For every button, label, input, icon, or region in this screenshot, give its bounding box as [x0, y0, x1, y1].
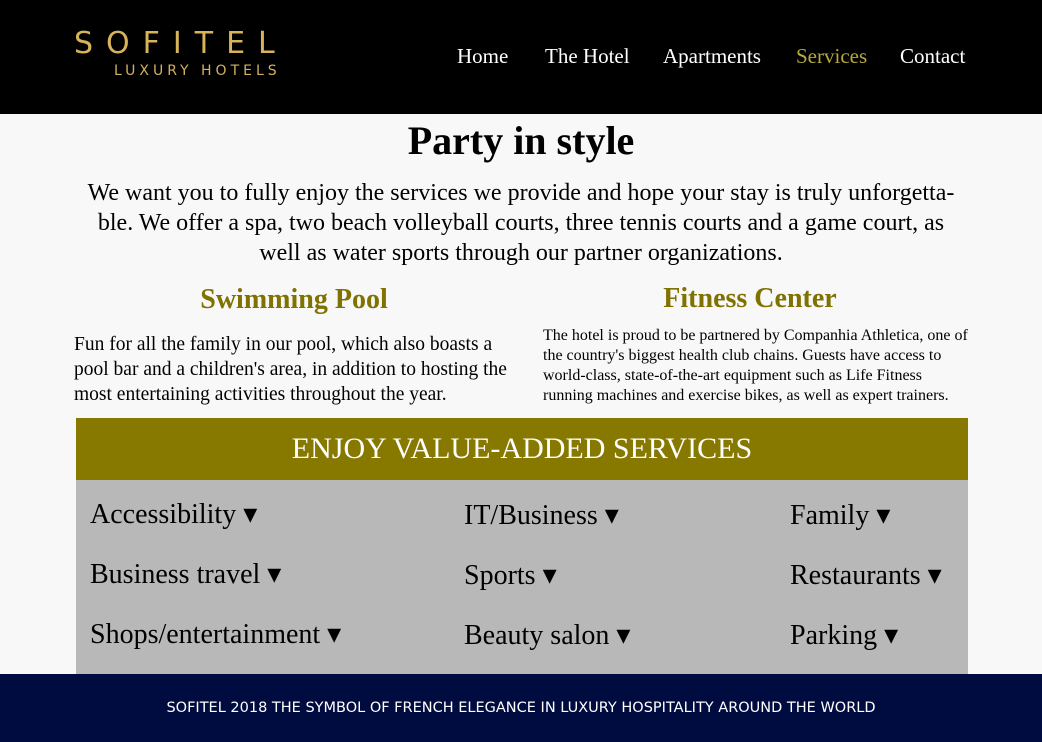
nav-services[interactable]: Services [796, 42, 867, 70]
logo-wordmark: SOFITEL [74, 26, 288, 61]
page-title: Party in style [407, 118, 635, 163]
service-it-business-dropdown[interactable]: IT/Business ▾ [464, 499, 619, 533]
logo-tagline: LUXURY HOTELS [114, 63, 281, 79]
intro-paragraph: We want you to fully enjoy the services … [87, 180, 955, 266]
service-accessibility-dropdown[interactable]: Accessibility ▾ [90, 498, 257, 532]
service-beauty-salon-dropdown[interactable]: Beauty salon ▾ [464, 619, 630, 653]
site-header: SOFITEL LUXURY HOTELS Home The Hotel Apa… [0, 0, 1042, 114]
service-sports-dropdown[interactable]: Sports ▾ [464, 559, 557, 593]
services-grid: Accessibility ▾ IT/Business ▾ Family ▾ B… [76, 480, 968, 674]
nav-apartments[interactable]: Apartments [663, 42, 761, 70]
fitness-center-heading: Fitness Center [663, 283, 837, 314]
service-shops-entertainment-dropdown[interactable]: Shops/entertainment ▾ [90, 618, 341, 652]
service-business-travel-dropdown[interactable]: Business travel ▾ [90, 558, 281, 592]
nav-contact[interactable]: Contact [900, 42, 965, 70]
fitness-center-text: The hotel is proud to be partnered by Co… [543, 327, 968, 404]
footer-text: SOFITEL 2018 THE SYMBOL OF FRENCH ELEGAN… [166, 700, 876, 716]
sofitel-logo[interactable]: SOFITEL LUXURY HOTELS [74, 26, 374, 86]
service-parking-dropdown[interactable]: Parking ▾ [790, 619, 898, 653]
service-restaurants-dropdown[interactable]: Restaurants ▾ [790, 559, 942, 593]
services-heading: ENJOY VALUE-ADDED SERVICES [76, 418, 968, 480]
nav-the-hotel[interactable]: The Hotel [545, 42, 630, 70]
nav-home[interactable]: Home [457, 42, 508, 70]
swimming-pool-text: Fun for all the family in our pool, whic… [74, 334, 507, 405]
swimming-pool-heading: Swimming Pool [200, 284, 388, 315]
site-footer: SOFITEL 2018 THE SYMBOL OF FRENCH ELEGAN… [0, 674, 1042, 742]
service-family-dropdown[interactable]: Family ▾ [790, 499, 890, 533]
